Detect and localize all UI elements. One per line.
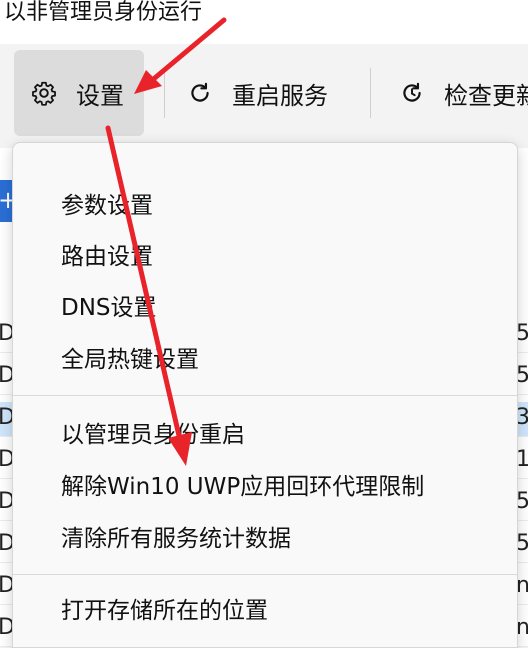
check-update-button[interactable]: 检查更新 [398, 50, 528, 136]
menu-item-route-settings[interactable]: 路由设置 [61, 242, 153, 272]
toolbar-separator [164, 68, 165, 118]
window-title: 以非管理员身份运行 [4, 0, 203, 25]
menu-item-dns-settings[interactable]: DNS设置 [61, 293, 157, 323]
check-update-icon [398, 79, 426, 107]
menu-item-remove-uwp-loopback[interactable]: 解除Win10 UWP应用回环代理限制 [61, 472, 424, 502]
settings-button-label: 设置 [76, 81, 124, 110]
toolbar: 设置 重启服务 检查更新 [0, 44, 528, 148]
check-update-label: 检查更新 [444, 81, 528, 110]
restart-service-button[interactable]: 重启服务 [186, 50, 328, 136]
gear-icon [30, 79, 58, 107]
menu-item-hotkey-settings[interactable]: 全局热键设置 [61, 345, 199, 375]
settings-dropdown-menu: 参数设置 路由设置 DNS设置 全局热键设置 以管理员身份重启 解除Win10 … [12, 142, 518, 648]
menu-separator [13, 574, 517, 575]
menu-separator [13, 395, 517, 396]
toolbar-separator [370, 68, 371, 118]
menu-item-open-storage-location[interactable]: 打开存储所在的位置 [61, 596, 268, 626]
add-server-chip[interactable]: + [0, 180, 18, 222]
restart-icon [186, 79, 214, 107]
settings-button[interactable]: 设置 [14, 50, 144, 136]
window-titlebar: 以非管理员身份运行 [0, 0, 528, 45]
menu-item-restart-as-admin[interactable]: 以管理员身份重启 [61, 420, 245, 450]
restart-service-label: 重启服务 [232, 81, 328, 110]
menu-item-parameter-settings[interactable]: 参数设置 [61, 191, 153, 221]
menu-item-clear-statistics[interactable]: 清除所有服务统计数据 [61, 524, 291, 554]
